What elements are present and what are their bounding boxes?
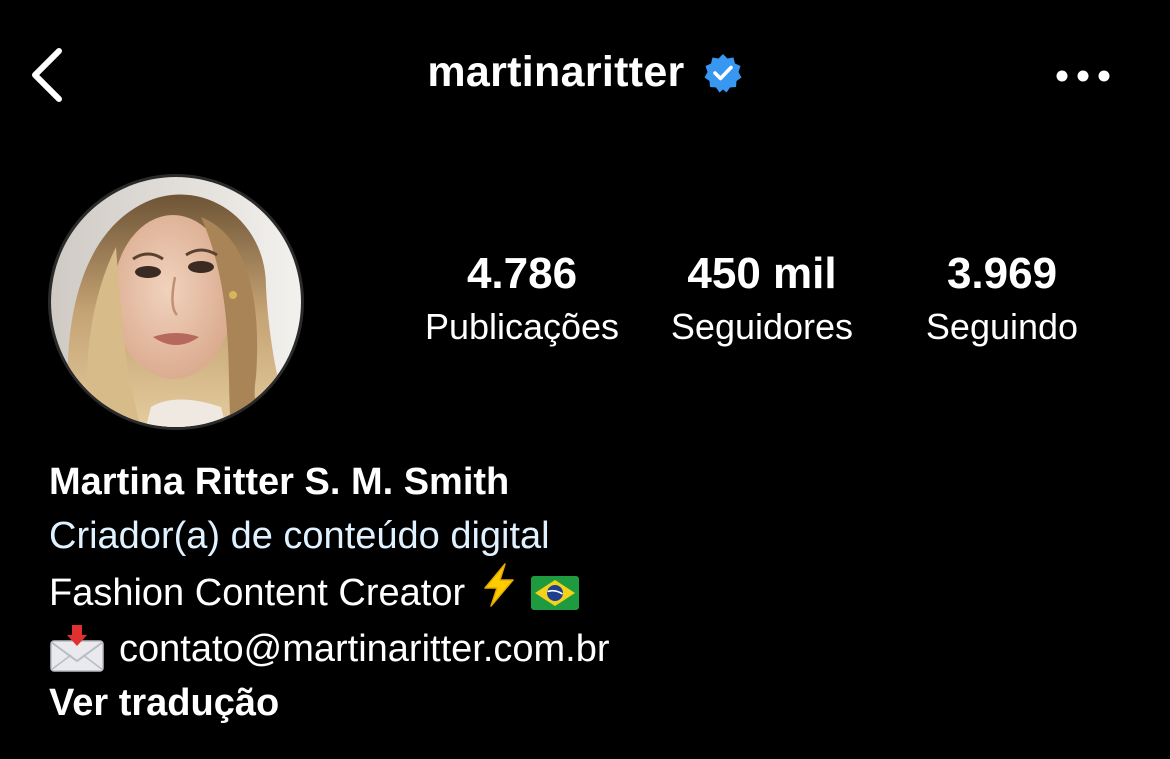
contact-line: contato@martinaritter.com.br xyxy=(49,622,1129,676)
profile-bio: Martina Ritter S. M. Smith Criador(a) de… xyxy=(49,455,1129,730)
header-title: martinaritter xyxy=(0,48,1170,97)
brazil-flag-icon xyxy=(531,575,580,610)
email-link[interactable]: contato@martinaritter.com.br xyxy=(119,622,610,676)
more-options-button[interactable] xyxy=(1052,56,1114,96)
profile-stats: 4.786 Publicações 450 mil Seguidores 3.9… xyxy=(0,248,1170,358)
posts-value: 4.786 xyxy=(466,249,578,298)
followers-label: Seguidores xyxy=(670,306,854,347)
bio-description-line: Fashion Content Creator xyxy=(49,563,1129,622)
posts-label: Publicações xyxy=(424,306,620,347)
verified-badge-icon xyxy=(704,53,742,92)
see-translation-link[interactable]: Ver tradução xyxy=(49,676,1129,730)
following-count[interactable]: 3.969 Seguindo xyxy=(892,248,1112,354)
followers-value: 450 mil xyxy=(687,249,837,298)
category-label: Criador(a) de conteúdo digital xyxy=(49,515,550,557)
incoming-envelope-icon xyxy=(50,625,104,672)
following-value: 3.969 xyxy=(946,249,1058,298)
bio-description: Fashion Content Creator xyxy=(49,571,466,614)
posts-count[interactable]: 4.786 Publicações xyxy=(412,248,632,354)
top-bar: martinaritter xyxy=(0,0,1170,150)
more-horizontal-icon xyxy=(1056,70,1110,82)
followers-count[interactable]: 450 mil Seguidores xyxy=(652,248,872,354)
username: martinaritter xyxy=(427,48,685,96)
following-label: Seguindo xyxy=(925,306,1079,347)
display-name: Martina Ritter S. M. Smith xyxy=(49,461,510,503)
lightning-icon xyxy=(479,563,519,622)
